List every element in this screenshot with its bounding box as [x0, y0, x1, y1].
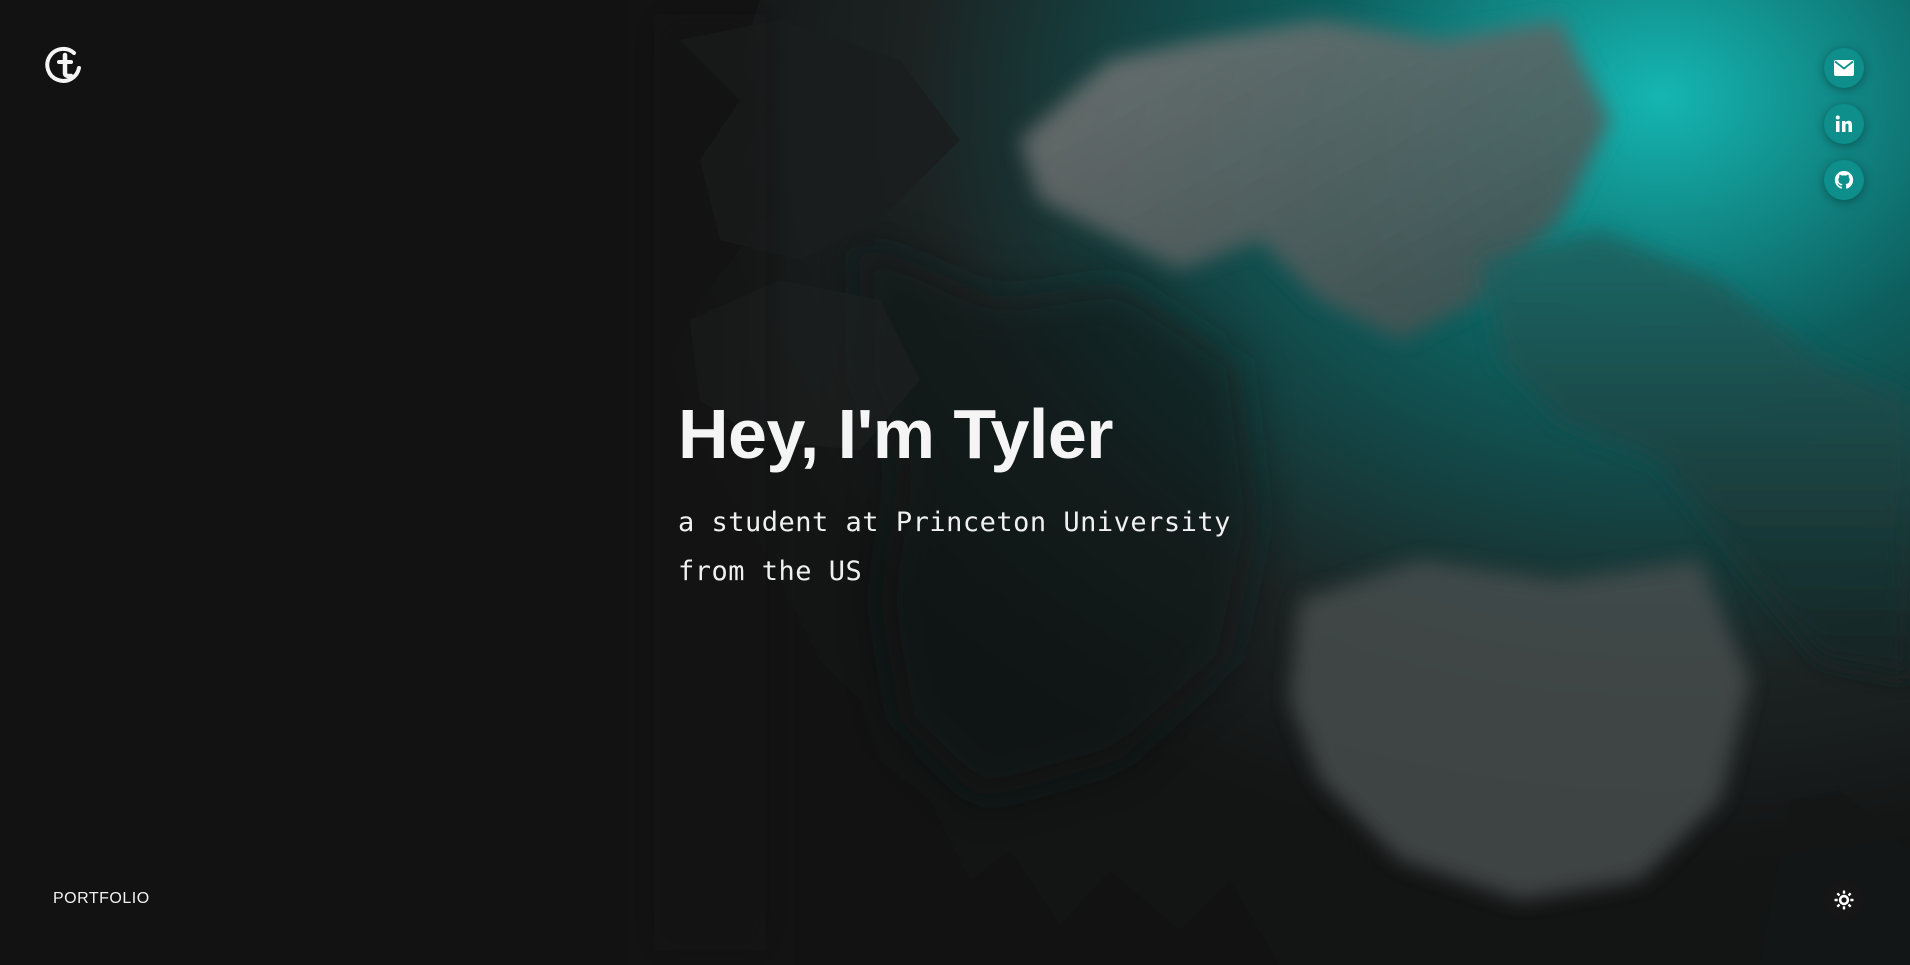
mail-icon	[1834, 60, 1854, 76]
github-icon	[1834, 170, 1854, 189]
site-logo[interactable]	[44, 45, 86, 87]
hero-title: Hey, I'm Tyler	[678, 395, 1114, 473]
hero-subtitle-line-2: from the US	[678, 556, 863, 587]
email-button[interactable]	[1824, 48, 1864, 88]
portfolio-link[interactable]: PORTFOLIO	[53, 890, 150, 908]
hero-subtitle: a student at Princeton University from t…	[678, 498, 1231, 596]
hero-subtitle-line-1: a student at Princeton University	[678, 507, 1231, 538]
linkedin-icon	[1835, 115, 1852, 132]
sun-icon	[1834, 890, 1854, 910]
logo-icon	[45, 46, 81, 83]
theme-toggle-button[interactable]	[1824, 880, 1864, 920]
hero-section: Hey, I'm Tyler a student at Princeton Un…	[678, 392, 1231, 596]
linkedin-button[interactable]	[1824, 104, 1864, 144]
social-links	[1824, 48, 1864, 200]
github-button[interactable]	[1824, 160, 1864, 200]
